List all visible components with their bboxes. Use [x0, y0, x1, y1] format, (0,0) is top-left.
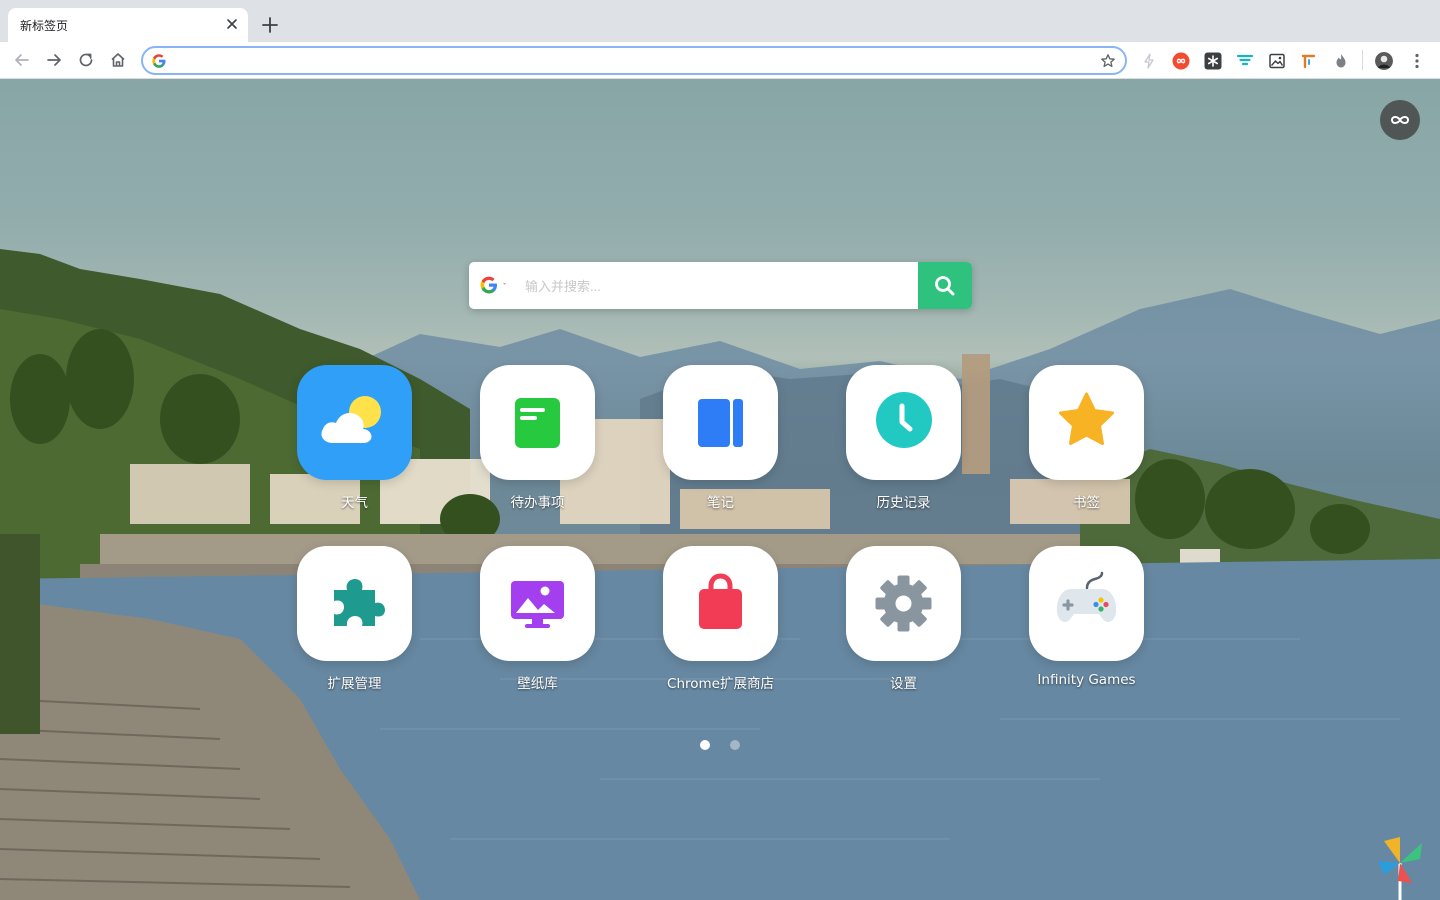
forward-icon[interactable]	[45, 51, 63, 69]
search-input[interactable]	[525, 274, 905, 298]
address-bar[interactable]	[141, 46, 1127, 75]
history-clock-icon	[876, 392, 932, 448]
bookmark-star-outline-icon[interactable]	[1100, 53, 1116, 69]
toolbar-divider	[1362, 50, 1363, 70]
search-icon	[935, 276, 955, 296]
app-tile-wallpapers[interactable]: 壁纸库	[480, 546, 595, 692]
close-icon[interactable]	[224, 16, 240, 32]
app-tile-weather[interactable]: 天气	[297, 365, 412, 511]
asterisk-extension-icon[interactable]	[1204, 52, 1222, 70]
tile-label: 历史记录	[876, 495, 931, 511]
store-bag-icon	[699, 573, 742, 629]
tile-icon-bg	[480, 546, 595, 661]
reload-icon[interactable]	[77, 51, 95, 69]
new-tab-plus-icon[interactable]	[260, 15, 280, 35]
weather-icon	[321, 396, 381, 443]
tile-icon-bg	[297, 546, 412, 661]
page-dot-1[interactable]	[700, 740, 710, 750]
tab-title: 新标签页	[20, 19, 69, 33]
browser-toolbar	[0, 42, 1440, 79]
tile-icon-bg	[846, 546, 961, 661]
bookmark-star-icon	[1059, 392, 1114, 445]
tile-label: 扩展管理	[327, 676, 382, 692]
app-tile-todo[interactable]: 待办事项	[480, 365, 595, 511]
page-dot-2[interactable]	[730, 740, 740, 750]
tab-strip: 新标签页	[0, 0, 1440, 42]
tile-icon-bg	[663, 365, 778, 480]
notes-icon	[698, 399, 743, 447]
profile-avatar[interactable]	[1375, 52, 1393, 70]
tile-label: 设置	[890, 676, 917, 692]
app-tile-chrome-web-store[interactable]: Chrome扩展商店	[663, 546, 778, 692]
home-icon[interactable]	[109, 51, 127, 69]
search-engine-selector[interactable]	[480, 275, 512, 295]
tile-icon-bg	[480, 365, 595, 480]
tile-label: Chrome扩展商店	[667, 676, 774, 692]
todo-icon	[515, 398, 560, 448]
app-tile-history[interactable]: 历史记录	[846, 365, 961, 511]
back-icon[interactable]	[13, 51, 31, 69]
app-tile-notes[interactable]: 笔记	[663, 365, 778, 511]
tool-extension-icon[interactable]	[1300, 52, 1318, 70]
tile-icon-bg	[663, 546, 778, 661]
pinwheel-logo-icon[interactable]	[1372, 831, 1428, 900]
search-button[interactable]	[918, 262, 972, 309]
wallpaper-icon	[511, 581, 564, 628]
app-tile-bookmarks[interactable]: 书签	[1029, 365, 1144, 511]
puzzle-icon	[334, 579, 385, 626]
google-g-icon	[152, 54, 166, 68]
infinity-extension-icon[interactable]	[1172, 52, 1190, 70]
tile-label: 笔记	[707, 495, 734, 511]
tab-new-tab[interactable]: 新标签页	[8, 8, 248, 42]
tile-icon-bg	[846, 365, 961, 480]
app-tile-infinity-games[interactable]: Infinity Games	[1029, 546, 1144, 688]
gamepad-icon	[1056, 571, 1117, 622]
app-tile-extensions[interactable]: 扩展管理	[297, 546, 412, 692]
tile-label: 待办事项	[510, 495, 565, 511]
infinity-logo-button[interactable]	[1380, 100, 1420, 140]
tile-label: 壁纸库	[517, 676, 558, 692]
tile-label: Infinity Games	[1037, 672, 1136, 688]
tile-label: 书签	[1073, 495, 1100, 511]
address-input[interactable]	[173, 51, 1073, 71]
gear-icon	[875, 575, 932, 632]
image-extension-icon[interactable]	[1268, 52, 1286, 70]
tile-icon-bg	[1029, 546, 1144, 661]
tile-icon-bg	[1029, 365, 1144, 480]
tile-label: 天气	[341, 495, 368, 511]
app-tile-settings[interactable]: 设置	[846, 546, 961, 692]
new-tab-page: 天气 待办事项 笔记 历史记录	[0, 79, 1440, 900]
chrome-menu-icon[interactable]	[1408, 52, 1426, 70]
search-box	[469, 262, 972, 309]
filter-extension-icon[interactable]	[1236, 52, 1254, 70]
lightning-extension-icon[interactable]	[1140, 52, 1158, 70]
tile-icon-bg	[297, 365, 412, 480]
flame-extension-icon[interactable]	[1332, 52, 1350, 70]
